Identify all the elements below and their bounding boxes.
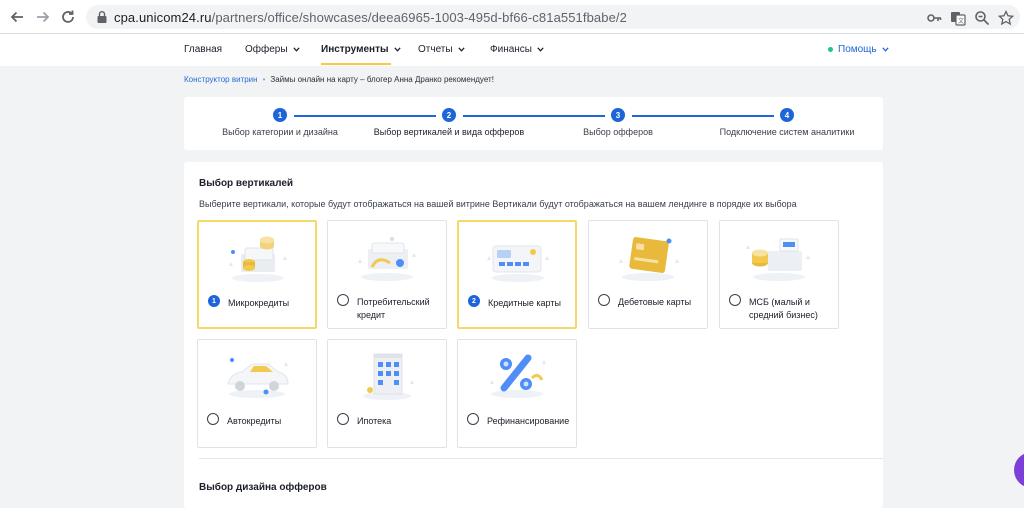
key-icon[interactable] (926, 10, 942, 26)
chevron-down-icon (457, 47, 465, 52)
url-host: cpa.unicom24.ru (114, 10, 212, 25)
cash-register-icon (746, 238, 810, 281)
reload-icon[interactable] (58, 7, 78, 27)
chevron-down-icon (292, 47, 300, 52)
section-title: Выбор вертикалей (199, 178, 294, 189)
tile-label: МСБ (малый и средний бизнес) (749, 297, 818, 320)
chevron-down-icon (881, 47, 889, 52)
radio-button (598, 294, 610, 306)
back-arrow-icon[interactable] (7, 7, 27, 27)
wizard-stepper: 1 2 3 4 Выбор категории и дизайна Выбор … (184, 97, 883, 150)
consumer-credit-icon (358, 237, 416, 281)
tile-label: Потребительский кредит (357, 297, 430, 320)
step-2-number[interactable]: 2 (442, 108, 456, 122)
chevron-down-icon (537, 47, 544, 52)
status-dot (828, 47, 833, 52)
vertical-tile-refinancing[interactable]: Рефинансирование (457, 339, 577, 448)
coins-stack-icon (229, 236, 287, 282)
verticals-card: Выбор вертикалей Выберите вертикали, кот… (184, 162, 883, 508)
breadcrumb-separator: • (262, 75, 266, 84)
selection-order-badge: 2 (468, 295, 480, 307)
nav-label: Главная (184, 44, 223, 55)
radio-button (729, 294, 741, 306)
radio-button (337, 294, 349, 306)
radio-button (467, 413, 479, 425)
step-1-number[interactable]: 1 (273, 108, 287, 122)
percent-icon (490, 354, 546, 398)
vertical-tile-microloans[interactable]: 1 Микрокредиты (197, 220, 317, 329)
bookmark-star-icon[interactable] (998, 10, 1014, 26)
vertical-tile-small-business[interactable]: МСБ (малый и средний бизнес) (719, 220, 839, 329)
step-connector (632, 115, 774, 117)
vertical-tile-mortgage[interactable]: Ипотека (327, 339, 447, 448)
car-icon (227, 358, 289, 398)
url-text: cpa.unicom24.ru/partners/office/showcase… (114, 10, 627, 25)
step-connector (463, 115, 605, 117)
lock-icon (97, 11, 107, 23)
nav-label: Инструменты (321, 44, 389, 55)
nav-item-offers[interactable]: Офферы (245, 44, 300, 55)
tile-label: Кредитные карты (488, 298, 561, 308)
address-bar[interactable]: cpa.unicom24.ru/partners/office/showcase… (86, 5, 1020, 29)
nav-item-finance[interactable]: Финансы (490, 44, 544, 55)
tile-label: Дебетовые карты (618, 297, 692, 307)
building-icon (363, 353, 414, 400)
radio-button (337, 413, 349, 425)
zoom-icon[interactable] (974, 10, 990, 26)
step-3-label: Выбор офферов (583, 127, 653, 137)
translate-icon[interactable]: 文 (950, 10, 966, 26)
svg-text:文: 文 (958, 17, 964, 25)
vertical-tile-debit-cards[interactable]: Дебетовые карты (588, 220, 708, 329)
credit-card-icon (487, 245, 549, 282)
breadcrumb-current: Займы онлайн на карту – блогер Анна Дран… (270, 75, 494, 84)
breadcrumb: Конструктор витрин • Займы онлайн на карту… (184, 75, 494, 84)
step-2-label: Выбор вертикалей и вида офферов (373, 127, 525, 137)
tile-label: Ипотека (357, 416, 392, 426)
nav-label: Финансы (490, 44, 532, 55)
help-menu[interactable]: Помощь (828, 44, 889, 55)
tile-label: Автокредиты (227, 416, 282, 426)
step-1-label: Выбор категории и дизайна (222, 127, 338, 137)
section-description: Выберите вертикали, которые будут отобра… (199, 199, 797, 209)
tile-label: Рефинансирование (487, 416, 570, 426)
tile-label: Микрокредиты (228, 298, 290, 308)
breadcrumb-link[interactable]: Конструктор витрин (184, 75, 258, 84)
debit-card-icon (619, 237, 679, 281)
nav-item-home[interactable]: Главная (184, 44, 222, 55)
nav-item-reports[interactable]: Отчеты (418, 44, 465, 55)
step-4-label: Подключение систем аналитики (719, 127, 855, 137)
vertical-tile-credit-cards[interactable]: 2 Кредитные карты (457, 220, 577, 329)
step-4-number[interactable]: 4 (780, 108, 794, 122)
step-3-number[interactable]: 3 (611, 108, 625, 122)
radio-button (207, 413, 219, 425)
nav-label: Отчеты (418, 44, 453, 55)
section-divider (199, 458, 883, 459)
help-label: Помощь (838, 44, 877, 55)
browser-toolbar: cpa.unicom24.ru/partners/office/showcase… (0, 0, 1024, 34)
active-tab-underline (321, 63, 391, 65)
selection-order-badge: 1 (208, 295, 220, 307)
chat-widget-button[interactable] (1014, 452, 1024, 488)
vertical-tile-consumer-credit[interactable]: Потребительский кредит (327, 220, 447, 329)
design-section-title: Выбор дизайна офферов (199, 482, 327, 493)
nav-item-tools[interactable]: Инструменты (321, 44, 401, 55)
vertical-tile-car-loans[interactable]: Автокредиты (197, 339, 317, 448)
nav-label: Офферы (245, 44, 288, 55)
step-connector (294, 115, 436, 117)
main-nav: Главная Офферы Инструменты Отчеты Финанс… (0, 34, 1024, 66)
url-path: /partners/office/showcases/deea6965-1003… (211, 10, 627, 25)
forward-arrow-icon[interactable] (33, 7, 53, 27)
chevron-down-icon (393, 47, 401, 52)
